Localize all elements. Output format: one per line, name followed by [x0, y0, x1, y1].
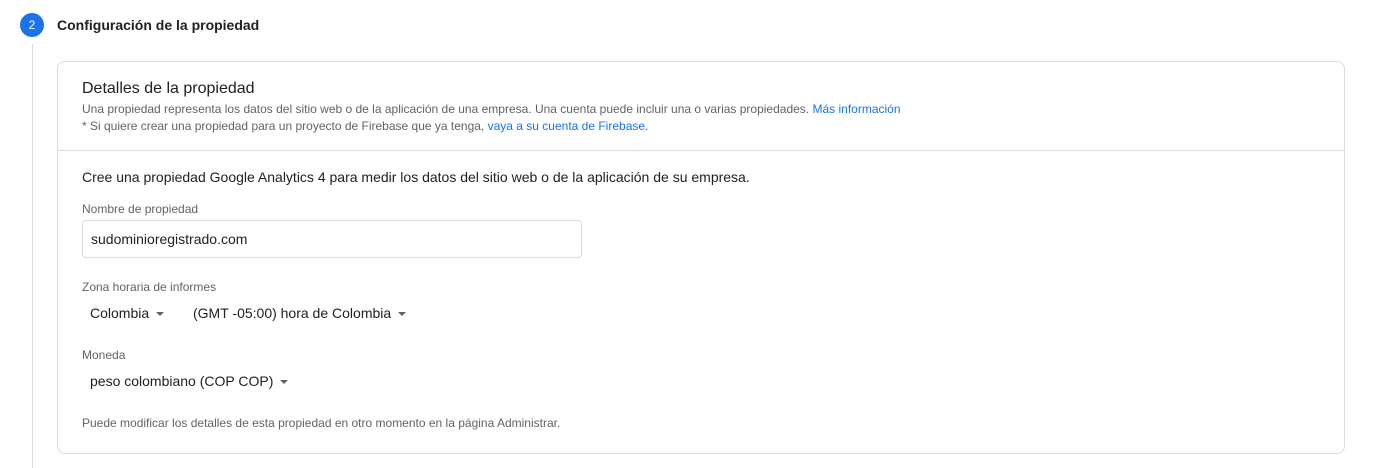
firebase-account-link[interactable]: vaya a su cuenta de Firebase.	[488, 119, 649, 133]
card-description-text: Una propiedad representa los datos del s…	[82, 102, 810, 116]
timezone-select[interactable]: (GMT -05:00) hora de Colombia	[193, 301, 407, 325]
timezone-select-value: (GMT -05:00) hora de Colombia	[193, 305, 392, 321]
currency-select-value: peso colombiano (COP COP)	[90, 373, 274, 389]
form-intro: Cree una propiedad Google Analytics 4 pa…	[82, 169, 750, 185]
step-connector-line	[32, 44, 33, 468]
currency-select[interactable]: peso colombiano (COP COP)	[90, 369, 289, 393]
caret-down-icon	[280, 379, 289, 384]
caret-down-icon	[398, 311, 407, 316]
currency-label: Moneda	[82, 348, 126, 362]
property-details-card: Detalles de la propiedad Una propiedad r…	[57, 61, 1345, 454]
card-description: Una propiedad representa los datos del s…	[82, 102, 901, 116]
card-header: Detalles de la propiedad Una propiedad r…	[58, 62, 1344, 151]
firebase-note-text: * Si quiere crear una propiedad para un …	[82, 119, 485, 133]
firebase-note: * Si quiere crear una propiedad para un …	[82, 119, 648, 133]
step-title: Configuración de la propiedad	[57, 17, 260, 33]
footer-note: Puede modificar los detalles de esta pro…	[82, 416, 561, 430]
property-name-label: Nombre de propiedad	[82, 202, 199, 216]
country-select-value: Colombia	[90, 305, 150, 321]
step-number-badge: 2	[20, 13, 44, 37]
property-name-input[interactable]	[82, 220, 582, 258]
step-header: 2 Configuración de la propiedad	[20, 13, 259, 37]
card-title: Detalles de la propiedad	[82, 80, 255, 97]
more-info-link[interactable]: Más información	[812, 102, 900, 116]
timezone-label: Zona horaria de informes	[82, 280, 217, 294]
caret-down-icon	[156, 311, 165, 316]
country-select[interactable]: Colombia	[90, 301, 165, 325]
